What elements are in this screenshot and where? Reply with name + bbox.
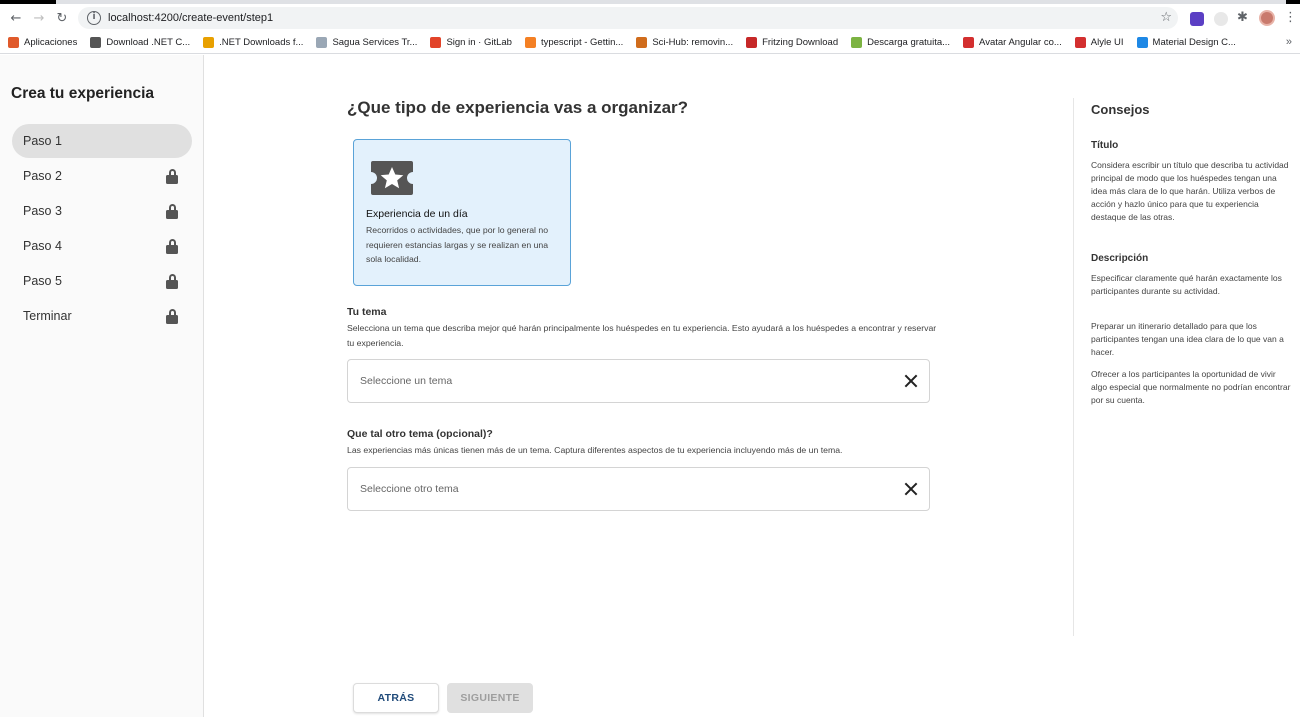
bookmark-label: Sign in · GitLab [446,37,512,48]
tips-description-point: Especificar claramente qué harán exactam… [1091,273,1282,296]
tips-panel: Consejos Título Considera escribir un tí… [1073,98,1300,636]
bookmarks-overflow-icon[interactable]: » [1286,36,1292,48]
tips-description-heading: Descripción [1091,253,1149,264]
bookmark-label: Avatar Angular co... [979,37,1062,48]
address-bar[interactable]: i localhost:4200/create-event/step1 ☆ [78,7,1178,29]
sidebar-step-2[interactable]: Paso 2 [12,159,192,193]
other-theme-help-text: Las experiencias más únicas tienen más d… [347,445,843,455]
lock-icon [166,204,178,219]
bookmark-item[interactable]: Avatar Angular co... [963,37,1062,48]
sidebar-title: Crea tu experiencia [11,85,155,102]
bookmark-item[interactable]: Fritzing Download [746,37,838,48]
sidebar-step-label: Paso 2 [23,169,62,183]
bookmark-item[interactable]: .NET Downloads f... [203,37,303,48]
bookmark-favicon-icon [8,37,19,48]
bookmark-item[interactable]: Sign in · GitLab [430,37,512,48]
other-theme-select-placeholder[interactable]: Seleccione otro tema [360,483,459,495]
experience-type-card[interactable]: Experiencia de un día Recorridos o activ… [353,139,571,286]
bookmark-item[interactable]: Descarga gratuita... [851,37,950,48]
bookmark-item[interactable]: Download .NET C... [90,37,190,48]
sidebar-step-label: Paso 1 [23,134,62,148]
bookmark-star-icon[interactable]: ☆ [1160,10,1172,25]
bookmark-favicon-icon [746,37,758,48]
sidebar-step-1[interactable]: Paso 1 [12,124,192,158]
sidebar-step-label: Terminar [23,309,72,323]
bookmark-item[interactable]: Alyle UI [1074,37,1124,48]
bookmark-favicon-icon [851,37,863,48]
tips-title: Consejos [1091,102,1150,117]
site-info-icon[interactable]: i [87,11,101,25]
theme-label: Tu tema [347,306,387,318]
lock-icon [166,274,178,289]
steps-sidebar: Crea tu experiencia Paso 1 Paso 2 Paso 3 Pa… [0,55,204,717]
bookmark-favicon-icon [1074,37,1086,48]
bookmark-label: Sagua Services Tr... [332,37,418,48]
bookmark-favicon-icon [636,37,648,48]
ticket-star-icon [371,161,413,195]
lock-icon [166,239,178,254]
extension-icon[interactable] [1190,12,1204,26]
bookmark-favicon-icon [1136,37,1148,48]
lock-icon [166,309,178,324]
sidebar-step-label: Paso 4 [23,239,62,253]
bookmark-label: typescript - Gettin... [540,37,624,48]
bookmark-favicon-icon [203,37,215,48]
bookmark-favicon-icon [430,37,442,48]
tips-title-heading: Título [1091,140,1119,151]
back-button[interactable]: ATRÁS [353,683,439,713]
theme-select[interactable]: Seleccione un tema [347,359,930,403]
extensions-puzzle-icon[interactable]: ✱ [1237,10,1251,25]
bookmark-item[interactable]: Material Design C... [1136,37,1236,48]
tips-title-text: Considera escribir un título que describ… [1091,160,1289,222]
bookmark-label: Sci-Hub: removin... [652,37,734,48]
sidebar-step-label: Paso 3 [23,204,62,218]
sidebar-step-5[interactable]: Paso 5 [12,264,192,298]
tips-description-point: Preparar un itinerario detallado para qu… [1091,321,1284,357]
lock-icon [166,169,178,184]
sidebar-step-6[interactable]: Terminar [12,299,192,333]
tips-description-point: Ofrecer a los participantes la oportunid… [1091,369,1291,405]
reload-icon[interactable]: ↻ [54,10,70,26]
sidebar-step-4[interactable]: Paso 4 [12,229,192,263]
bookmark-item[interactable]: Aplicaciones [8,37,77,48]
other-theme-label: Que tal otro tema (opcional)? [347,428,493,440]
bookmark-label: Download .NET C... [106,37,191,48]
clear-icon[interactable] [904,374,918,388]
forward-arrow-icon[interactable]: → [31,10,47,26]
bookmark-label: Material Design C... [1152,37,1236,48]
next-button[interactable]: SIGUIENTE [447,683,533,713]
browser-toolbar: ← → ↻ i localhost:4200/create-event/step… [0,4,1300,32]
card-description: Recorridos o actividades, que por lo gen… [366,225,549,264]
browser-menu-icon[interactable]: ⋮ [1284,10,1297,25]
bookmark-label: Fritzing Download [762,37,839,48]
bookmark-item[interactable]: Sci-Hub: removin... [636,37,733,48]
back-arrow-icon[interactable]: ← [8,10,24,26]
bookmarks-bar: Aplicaciones Download .NET C... .NET Downl… [0,32,1300,54]
bookmark-label: Aplicaciones [24,37,78,48]
theme-help-text: Selecciona un tema que describa mejor qu… [347,323,937,348]
profile-avatar[interactable] [1259,10,1275,26]
bookmark-favicon-icon [963,37,975,48]
bookmark-label: Descarga gratuita... [867,37,951,48]
sidebar-step-label: Paso 5 [23,274,62,288]
page-title: ¿Que tipo de experiencia vas a organizar… [347,98,689,117]
bookmark-label: .NET Downloads f... [219,37,304,48]
bookmark-favicon-icon [524,37,536,48]
address-bar-url[interactable]: localhost:4200/create-event/step1 [108,12,273,24]
bookmark-item[interactable]: typescript - Gettin... [524,37,624,48]
other-theme-select[interactable]: Seleccione otro tema [347,467,930,511]
clear-icon[interactable] [904,482,918,496]
bookmark-favicon-icon [316,37,328,48]
bookmark-favicon-icon [90,37,102,48]
sidebar-step-3[interactable]: Paso 3 [12,194,192,228]
extension-icon[interactable] [1214,12,1228,26]
card-title: Experiencia de un día [366,208,468,220]
bookmark-label: Alyle UI [1090,37,1124,48]
theme-select-placeholder[interactable]: Seleccione un tema [360,375,452,387]
bookmark-item[interactable]: Sagua Services Tr... [316,37,417,48]
